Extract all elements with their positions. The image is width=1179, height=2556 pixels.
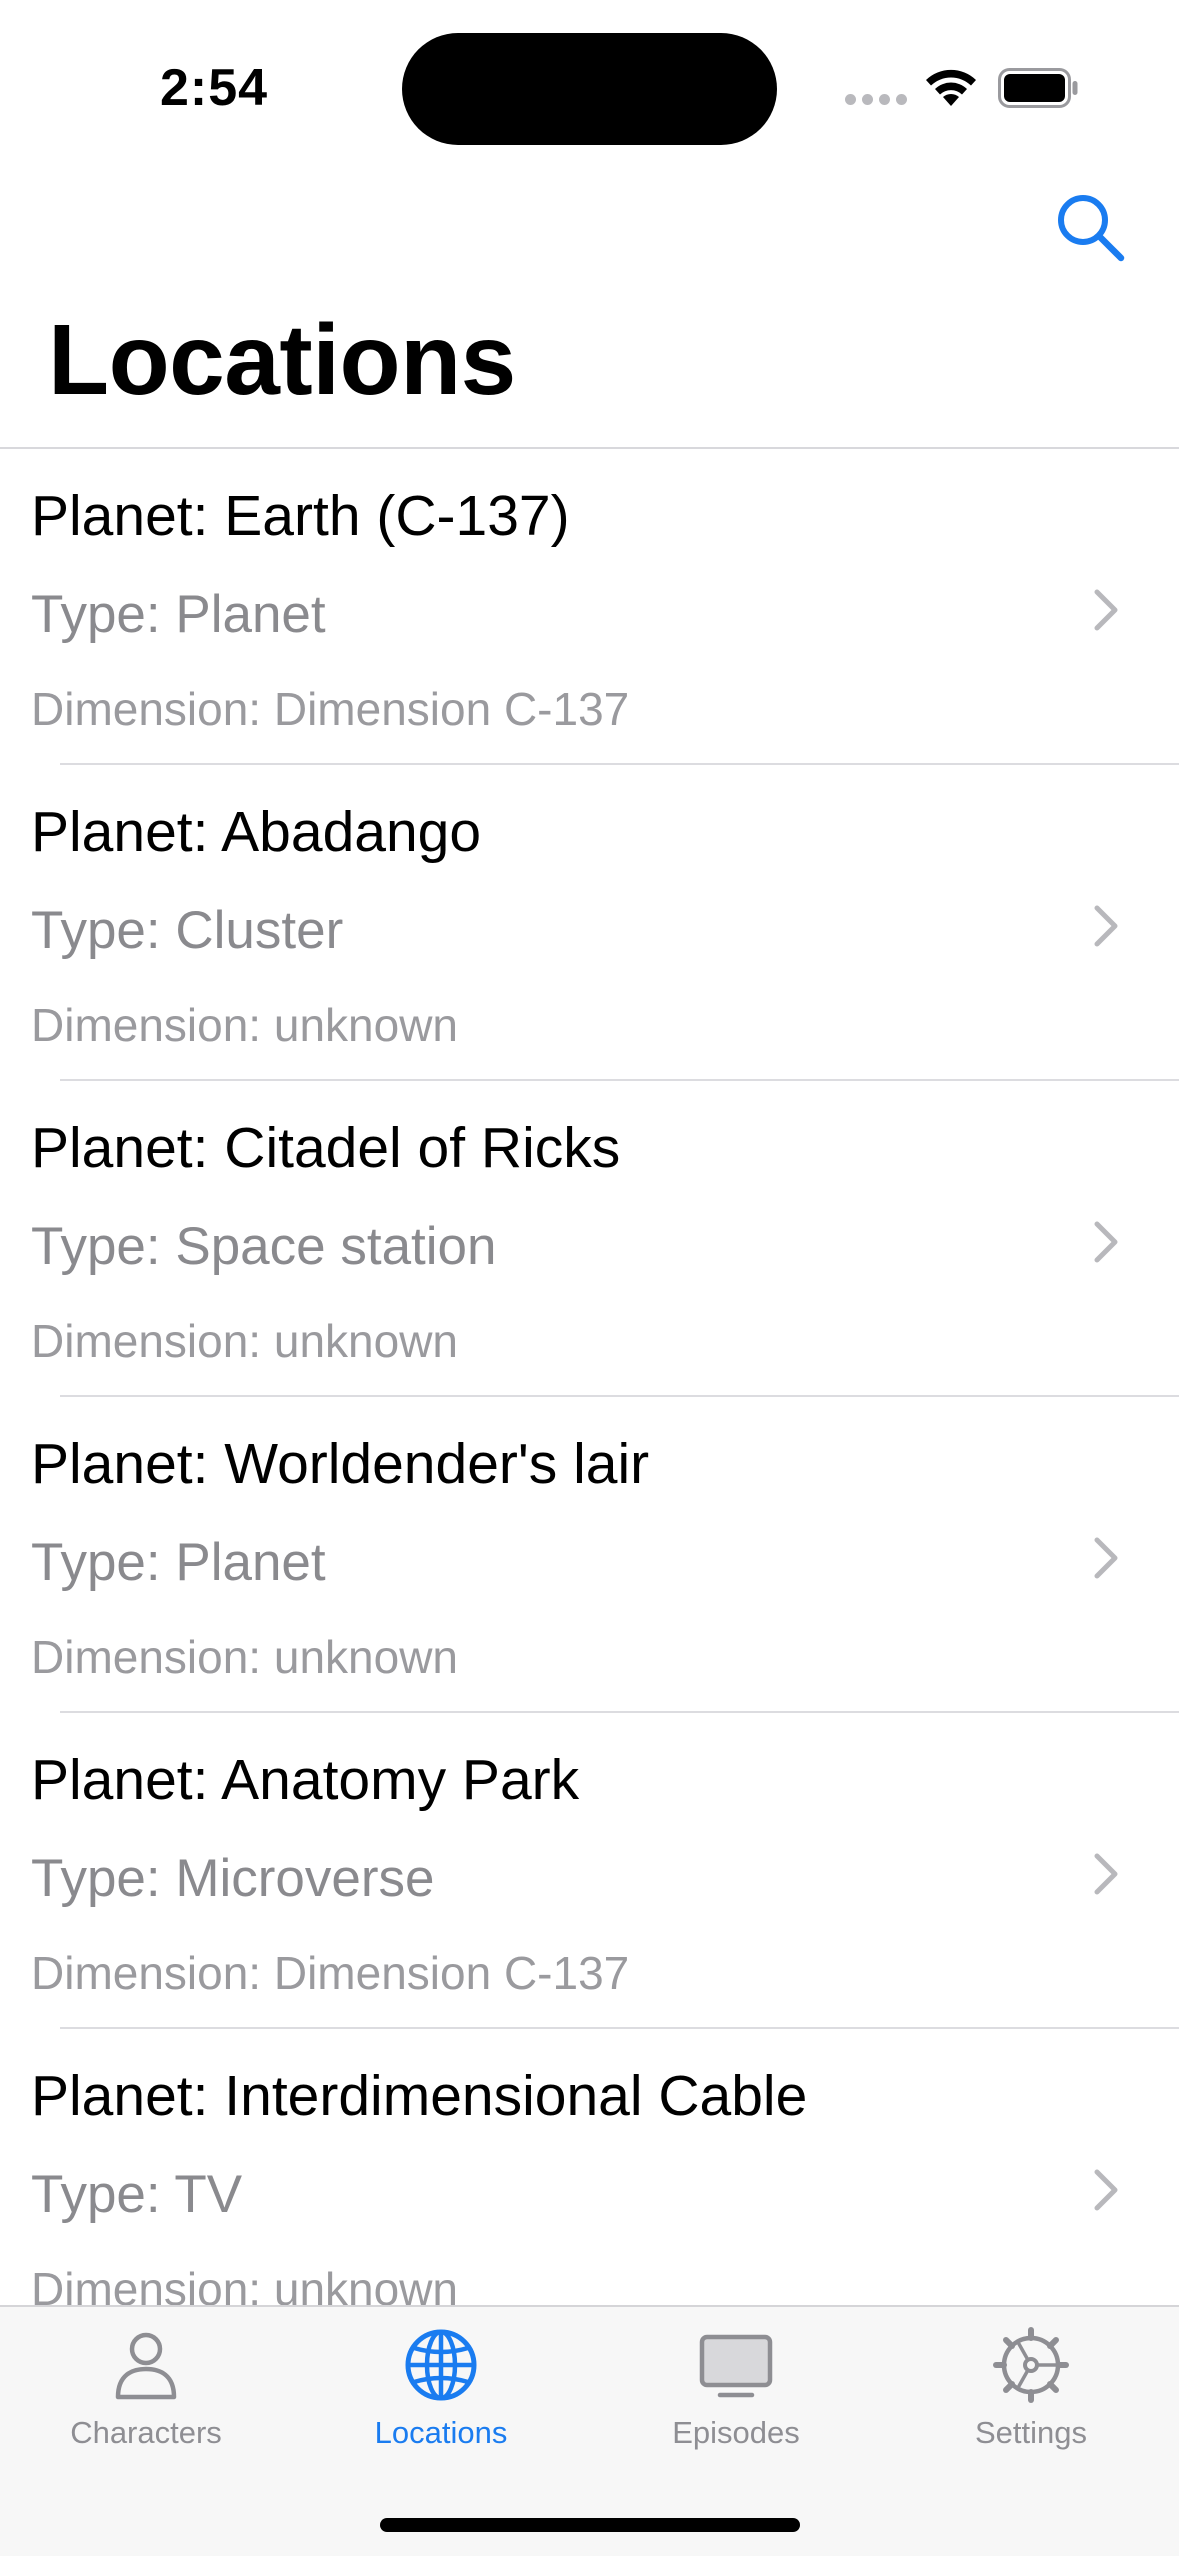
location-name: Planet: Worldender's lair (31, 1432, 650, 1496)
location-type: Type: Planet (31, 1533, 326, 1592)
location-row[interactable]: Planet: Abadango Type: Cluster Dimension… (0, 765, 1179, 1081)
location-dimension: Dimension: unknown (31, 1631, 459, 1683)
tab-characters[interactable]: Characters (16, 2325, 276, 2475)
chevron-right-icon (1094, 1537, 1118, 1579)
tab-label: Episodes (672, 2415, 800, 2450)
chevron-right-icon (1094, 1221, 1118, 1263)
location-type: Type: Planet (31, 585, 326, 644)
location-dimension: Dimension: unknown (31, 2263, 459, 2305)
location-name: Planet: Interdimensional Cable (31, 2064, 808, 2128)
tab-episodes[interactable]: Episodes (606, 2325, 866, 2475)
tab-label: Settings (974, 2415, 1087, 2450)
location-row[interactable]: Planet: Earth (C-137) Type: Planet Dimen… (0, 449, 1179, 765)
location-row[interactable]: Planet: Citadel of Ricks Type: Space sta… (0, 1081, 1179, 1397)
location-type: Type: TV (31, 2165, 243, 2224)
location-dimension: Dimension: unknown (31, 1315, 459, 1367)
location-name: Planet: Earth (C-137) (31, 484, 570, 548)
location-name: Planet: Anatomy Park (31, 1748, 580, 1812)
search-icon (1058, 195, 1125, 262)
location-dimension: Dimension: Dimension C-137 (31, 1947, 630, 1999)
chevron-right-icon (1094, 2169, 1118, 2211)
chevron-right-icon (1094, 905, 1118, 947)
cellular-signal-icon (845, 94, 907, 105)
gear-icon (993, 2327, 1069, 2403)
location-type: Type: Microverse (31, 1849, 435, 1908)
globe-icon (405, 2329, 477, 2401)
location-dimension: Dimension: Dimension C-137 (31, 683, 630, 735)
wifi-icon (926, 69, 976, 106)
location-row[interactable]: Planet: Anatomy Park Type: Microverse Di… (0, 1713, 1179, 2029)
battery-icon (998, 68, 1078, 108)
chevron-right-icon (1094, 589, 1118, 631)
location-name: Planet: Abadango (31, 800, 482, 864)
locations-list[interactable]: Planet: Earth (C-137) Type: Planet Dimen… (0, 449, 1179, 2305)
tab-label: Characters (70, 2415, 222, 2450)
dynamic-island (402, 33, 777, 145)
tab-label: Locations (374, 2415, 508, 2450)
search-button[interactable] (1053, 190, 1127, 264)
page-title: Locations (48, 304, 516, 416)
tab-locations[interactable]: Locations (311, 2325, 571, 2475)
location-name: Planet: Citadel of Ricks (31, 1116, 621, 1180)
home-indicator (380, 2518, 800, 2532)
location-row[interactable]: Planet: Interdimensional Cable Type: TV … (0, 2029, 1179, 2305)
location-dimension: Dimension: unknown (31, 999, 459, 1051)
tab-settings[interactable]: Settings (901, 2325, 1161, 2475)
status-time: 2:54 (160, 59, 269, 117)
person-icon (115, 2332, 177, 2400)
location-type: Type: Space station (31, 1217, 497, 1276)
chevron-right-icon (1094, 1853, 1118, 1895)
tv-icon (699, 2334, 773, 2398)
location-row[interactable]: Planet: Worldender's lair Type: Planet D… (0, 1397, 1179, 1713)
location-type: Type: Cluster (31, 901, 344, 960)
